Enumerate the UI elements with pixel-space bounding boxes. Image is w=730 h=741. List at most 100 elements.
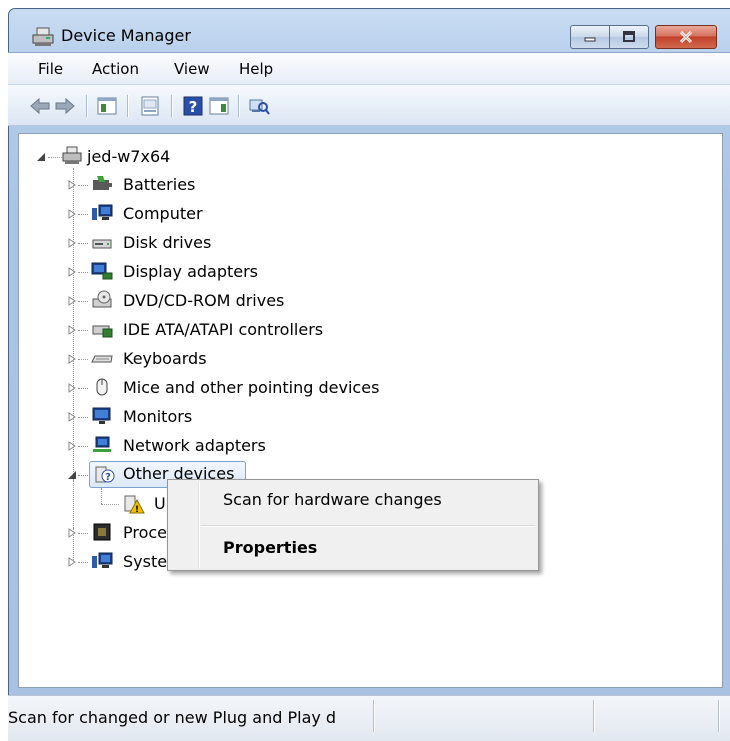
tree-connector	[101, 504, 119, 505]
device-tree[interactable]: jed-w7x64 Batteries Computer Disk drives…	[18, 133, 723, 688]
expand-arrow-icon[interactable]	[67, 557, 77, 567]
tree-item-computer[interactable]: Computer	[123, 202, 203, 226]
toolbar-separator	[127, 95, 129, 117]
tree-root-label[interactable]: jed-w7x64	[87, 145, 170, 169]
collapse-arrow-icon[interactable]	[67, 470, 77, 480]
tree-item-dvd-drives[interactable]: DVD/CD-ROM drives	[123, 289, 284, 313]
tree-item-disk-drives[interactable]: Disk drives	[123, 231, 211, 255]
mouse-icon	[96, 378, 108, 396]
expand-arrow-icon[interactable]	[67, 296, 77, 306]
device-manager-icon	[32, 27, 54, 46]
menu-help[interactable]: Help	[239, 60, 273, 78]
tree-item-display-adapters[interactable]: Display adapters	[123, 260, 258, 284]
tree-connector	[78, 417, 88, 418]
system-devices-icon	[92, 552, 113, 568]
unknown-device-icon: ?	[95, 466, 115, 483]
status-divider	[373, 700, 375, 732]
expand-arrow-icon[interactable]	[67, 441, 77, 451]
tree-connector	[78, 533, 88, 534]
expand-arrow-icon[interactable]	[67, 209, 77, 219]
properties-menu-item[interactable]: Properties	[223, 538, 317, 557]
network-adapter-icon	[93, 436, 111, 452]
expand-arrow-icon[interactable]	[67, 383, 77, 393]
menu-view[interactable]: View	[174, 60, 210, 78]
expand-arrow-icon[interactable]	[67, 325, 77, 335]
expand-arrow-icon[interactable]	[67, 180, 77, 190]
tree-item-mice[interactable]: Mice and other pointing devices	[123, 376, 379, 400]
status-bar: Scan for changed or new Plug and Play d	[8, 695, 730, 741]
context-menu-gutter	[198, 482, 200, 568]
status-divider	[593, 700, 595, 732]
menu-file[interactable]: File	[38, 60, 63, 78]
window-title: Device Manager	[61, 26, 191, 45]
close-icon	[656, 26, 716, 48]
tree-connector	[73, 528, 74, 562]
forward-icon[interactable]	[54, 95, 76, 117]
monitor-icon	[92, 407, 111, 424]
status-text: Scan for changed or new Plug and Play d	[8, 708, 337, 727]
expand-arrow-icon[interactable]	[67, 412, 77, 422]
battery-icon	[93, 176, 112, 190]
maximize-icon	[610, 26, 648, 48]
svg-text:?: ?	[189, 98, 198, 116]
context-menu-separator	[201, 525, 535, 527]
scan-hardware-menu-item[interactable]: Scan for hardware changes	[223, 490, 442, 509]
scan-hardware-icon[interactable]	[248, 95, 270, 117]
expand-arrow-icon[interactable]	[67, 528, 77, 538]
tree-item-network-adapters[interactable]: Network adapters	[123, 434, 266, 458]
tree-item-keyboards[interactable]: Keyboards	[123, 347, 207, 371]
help-icon[interactable]: ?	[182, 95, 204, 117]
toolbar-separator	[171, 95, 173, 117]
tree-connector	[78, 388, 88, 389]
tree-connector	[78, 359, 88, 360]
computer-root-icon	[62, 146, 82, 164]
disk-drive-icon	[92, 239, 112, 249]
close-button[interactable]	[655, 25, 717, 49]
minimize-icon	[571, 26, 609, 48]
tree-item-system-devices[interactable]: Syste	[123, 550, 167, 574]
toolbar-separator	[86, 95, 88, 117]
tree-connector	[78, 330, 88, 331]
status-divider	[718, 700, 720, 732]
display-adapter-icon	[91, 262, 113, 280]
tree-connector	[78, 214, 88, 215]
maximize-button[interactable]	[609, 25, 649, 49]
tree-connector	[78, 185, 88, 186]
context-menu: Scan for hardware changes Properties	[167, 479, 539, 571]
dvd-drive-icon	[92, 290, 112, 308]
properties-icon[interactable]	[139, 95, 161, 117]
menu-bar: File Action View Help	[8, 52, 730, 85]
svg-text:!: !	[135, 505, 139, 514]
show-hide-console-tree-icon[interactable]	[96, 95, 118, 117]
show-action-pane-icon[interactable]	[208, 95, 230, 117]
collapse-arrow-icon[interactable]	[36, 152, 46, 162]
processor-icon	[93, 523, 111, 541]
tree-item-batteries[interactable]: Batteries	[123, 173, 195, 197]
expand-arrow-icon[interactable]	[67, 354, 77, 364]
tree-connector	[78, 301, 88, 302]
computer-icon	[92, 204, 113, 220]
tree-connector	[48, 157, 62, 158]
tree-connector	[73, 480, 74, 528]
warning-device-icon: !	[124, 495, 145, 514]
toolbar-separator	[238, 95, 240, 117]
tree-item-ide-controllers[interactable]: IDE ATA/ATAPI controllers	[123, 318, 323, 342]
ide-controller-icon	[92, 325, 113, 338]
menu-action[interactable]: Action	[92, 60, 139, 78]
expand-arrow-icon[interactable]	[67, 238, 77, 248]
tree-item-monitors[interactable]: Monitors	[123, 405, 192, 429]
tree-connector	[101, 488, 102, 504]
toolbar: ?	[8, 84, 730, 126]
back-icon[interactable]	[29, 95, 51, 117]
tree-item-processors[interactable]: Proce	[123, 521, 167, 545]
minimize-button[interactable]	[570, 25, 610, 49]
tree-connector	[78, 243, 88, 244]
tree-connector	[78, 562, 88, 563]
tree-item-unknown-device[interactable]: U	[154, 492, 166, 516]
tree-connector	[78, 446, 88, 447]
expand-arrow-icon[interactable]	[67, 267, 77, 277]
svg-text:?: ?	[105, 472, 111, 483]
tree-connector	[78, 272, 88, 273]
title-bar[interactable]: Device Manager	[9, 9, 730, 55]
keyboard-icon	[91, 355, 113, 363]
